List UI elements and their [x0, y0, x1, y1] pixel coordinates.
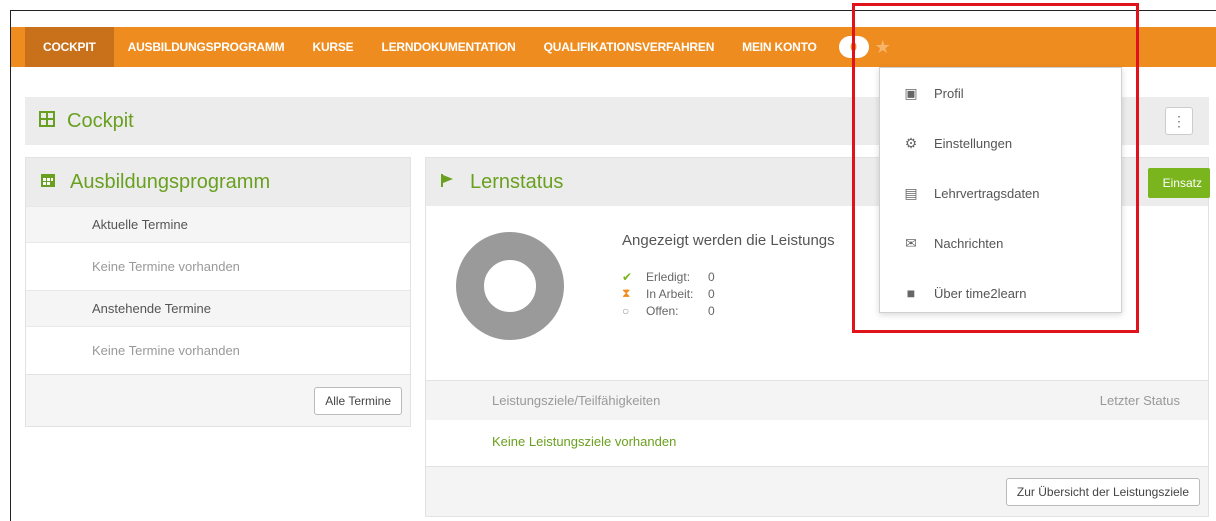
current-dates-empty: Keine Termine vorhanden [26, 242, 410, 290]
kebab-icon: ⋮ [1172, 112, 1186, 129]
nav-ausbildungsprogramm[interactable]: AUSBILDUNGSPROGRAMM [114, 27, 299, 67]
current-dates-label: Aktuelle Termine [26, 206, 410, 242]
legend-row-open: ○ Offen: 0 [622, 302, 715, 319]
goals-table-header: Leistungsziele/Teilfähigkeiten Letzter S… [426, 380, 1208, 420]
menu-item-einstellungen[interactable]: ⚙ Einstellungen [880, 118, 1121, 168]
menu-item-nachrichten[interactable]: ✉ Nachrichten [880, 218, 1121, 268]
legend-value: 0 [708, 286, 715, 301]
id-card-icon: ▣ [904, 84, 918, 101]
account-dropdown-menu: ▣ Profil ⚙ Einstellungen ▤ Lehrvertragsd… [879, 67, 1122, 313]
envelope-icon: ✉ [905, 234, 917, 251]
nav-mein-konto[interactable]: MEIN KONTO [728, 27, 830, 67]
column-header-status: Letzter Status [1099, 393, 1180, 408]
goals-empty-message: Keine Leistungsziele vorhanden [492, 434, 677, 449]
all-dates-button[interactable]: Alle Termine [314, 386, 402, 415]
menu-item-label: Nachrichten [934, 235, 1004, 251]
nav-lerndokumentation[interactable]: LERNDOKUMENTATION [368, 27, 530, 67]
column-header-goals: Leistungsziele/Teilfähigkeiten [492, 393, 661, 408]
legend-label: In Arbeit: [646, 286, 694, 301]
upcoming-dates-empty: Keine Termine vorhanden [26, 326, 410, 374]
nav-cockpit[interactable]: COCKPIT [25, 27, 114, 67]
menu-item-label: Profil [934, 85, 964, 101]
legend-label: Erledigt: [646, 269, 691, 284]
legend-row-in-progress: ⧗ In Arbeit: 0 [622, 285, 715, 302]
status-description: Angezeigt werden die Leistungs [622, 232, 835, 249]
legend-value: 0 [708, 269, 715, 284]
star-icon[interactable]: ★ [875, 37, 891, 58]
legend-row-done: ✔ Erledigt: 0 [622, 268, 715, 285]
menu-item-lehrvertragsdaten[interactable]: ▤ Lehrvertragsdaten [880, 168, 1121, 218]
menu-item-profil[interactable]: ▣ Profil [880, 68, 1121, 118]
panel-title: Ausbildungsprogramm [70, 170, 271, 193]
kebab-menu-button[interactable]: ⋮ [1165, 107, 1193, 135]
upcoming-dates-label: Anstehende Termine [26, 290, 410, 326]
einsatz-button[interactable]: Einsatz [1148, 168, 1210, 198]
briefcase-icon: ▤ [904, 184, 918, 201]
page-title: Cockpit [67, 109, 134, 132]
circle-icon: ○ [622, 303, 630, 318]
legend-value: 0 [708, 303, 715, 318]
check-icon: ✔ [622, 269, 633, 284]
top-nav: COCKPIT AUSBILDUNGSPROGRAMM KURSE LERNDO… [11, 27, 1216, 67]
nav-qualifikationsverfahren[interactable]: QUALIFIKATIONSVERFAHREN [530, 27, 729, 67]
menu-item-about[interactable]: ■ Über time2learn [880, 268, 1121, 318]
panel-footer: Alle Termine [26, 374, 410, 426]
flag-icon [440, 172, 456, 193]
panel-header: Ausbildungsprogramm [26, 158, 410, 206]
info-icon: ■ [906, 285, 916, 301]
app-window: COCKPIT AUSBILDUNGSPROGRAMM KURSE LERNDO… [10, 10, 1216, 521]
menu-item-label: Einstellungen [934, 135, 1013, 151]
calendar-icon [40, 172, 56, 193]
gear-icon: ⚙ [904, 134, 918, 151]
notification-badge[interactable]: 0 [838, 36, 869, 58]
status-donut-chart [456, 232, 564, 340]
ausbildungsprogramm-panel: Ausbildungsprogramm Aktuelle Termine Kei… [25, 157, 411, 427]
hourglass-icon: ⧗ [622, 286, 631, 300]
panel-title: Lernstatus [470, 170, 564, 193]
nav-kurse[interactable]: KURSE [298, 27, 367, 67]
menu-item-label: Über time2learn [934, 285, 1027, 301]
menu-item-label: Lehrvertragsdaten [934, 185, 1040, 201]
grid-icon [39, 110, 55, 132]
status-legend: ✔ Erledigt: 0 ⧗ In Arbeit: 0 ○ Offen: 0 [622, 268, 715, 319]
goals-overview-button[interactable]: Zur Übersicht der Leistungsziele [1005, 477, 1200, 506]
legend-label: Offen: [646, 303, 679, 318]
goals-table-footer: Zur Übersicht der Leistungsziele [426, 466, 1208, 516]
